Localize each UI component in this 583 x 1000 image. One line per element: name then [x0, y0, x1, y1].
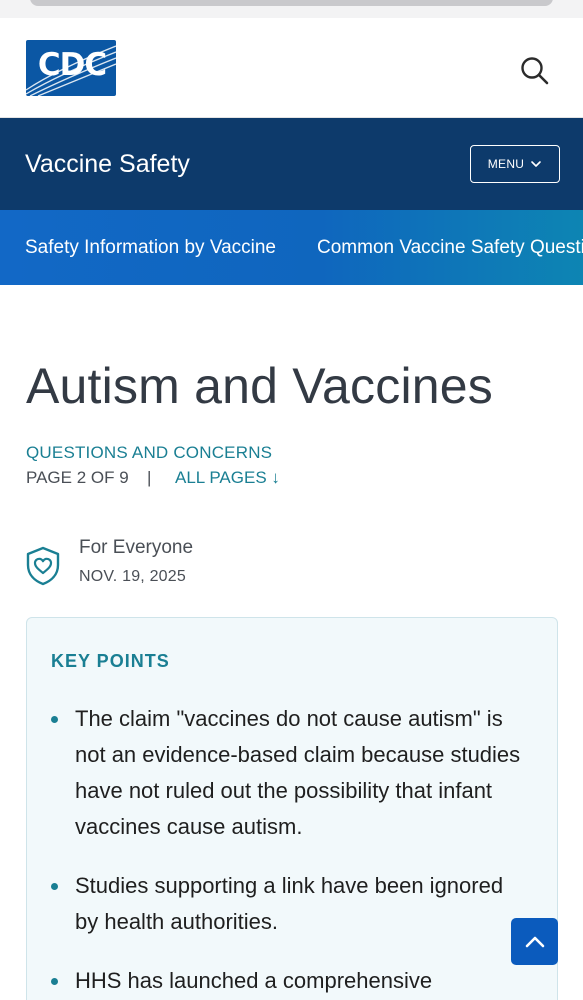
nav-item-safety-information[interactable]: Safety Information by Vaccine — [25, 236, 276, 260]
publish-date: NOV. 19, 2025 — [79, 568, 186, 585]
page-indicator: PAGE 2 OF 9 — [26, 468, 129, 487]
back-to-top-button[interactable] — [511, 918, 558, 965]
site-header: CDC — [0, 18, 583, 118]
browser-url-bar[interactable] — [30, 0, 553, 6]
key-point-item: HHS has launched a comprehensive — [51, 963, 525, 999]
menu-button-label: MENU — [487, 157, 525, 171]
key-points-heading: KEY POINTS — [51, 651, 170, 671]
menu-button[interactable]: MENU — [470, 145, 560, 183]
key-points-box: KEY POINTS The claim "vaccines do not ca… — [26, 617, 558, 1000]
search-button[interactable] — [518, 54, 552, 88]
chevron-up-icon — [525, 936, 544, 947]
cdc-logo[interactable]: CDC — [26, 40, 116, 96]
bullet-icon — [51, 883, 58, 890]
search-icon — [521, 57, 549, 85]
audience-label: For Everyone — [79, 537, 194, 558]
key-point-text: Studies supporting a link have been igno… — [75, 873, 504, 934]
bullet-icon — [51, 978, 58, 985]
key-point-item: Studies supporting a link have been igno… — [51, 868, 525, 940]
chevron-down-icon — [531, 161, 542, 167]
page-pager: PAGE 2 OF 9 | ALL PAGES ↓ — [26, 468, 280, 488]
category-link[interactable]: QUESTIONS AND CONCERNS — [26, 443, 272, 463]
bullet-icon — [51, 716, 58, 723]
page-title: Autism and Vaccines — [26, 358, 493, 414]
key-point-text: HHS has launched a comprehensive — [75, 968, 433, 993]
browser-top-strip — [0, 0, 583, 18]
pager-separator: | — [147, 468, 152, 487]
nav-item-common-questions[interactable]: Common Vaccine Safety Questions — [317, 236, 583, 260]
section-nav: Safety Information by Vaccine Common Vac… — [0, 210, 583, 285]
all-pages-link[interactable]: ALL PAGES ↓ — [175, 468, 280, 488]
key-point-text: The claim "vaccines do not cause autism"… — [75, 706, 521, 839]
cdc-logo-text: CDC — [37, 47, 107, 83]
section-title[interactable]: Vaccine Safety — [25, 148, 190, 180]
key-point-item: The claim "vaccines do not cause autism"… — [51, 701, 525, 845]
section-header-bar: Vaccine Safety MENU — [0, 118, 583, 210]
shield-heart-icon — [26, 546, 60, 586]
